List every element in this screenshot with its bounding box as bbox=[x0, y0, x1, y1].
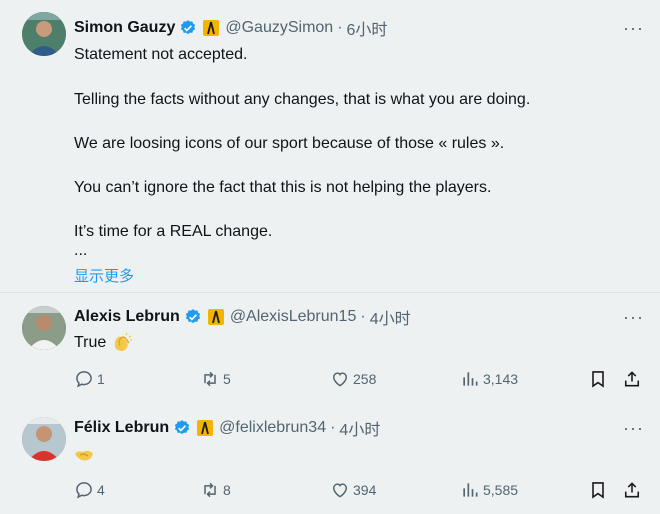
author-handle[interactable]: @AlexisLebrun15 bbox=[230, 308, 357, 326]
affiliate-badge-icon bbox=[203, 20, 220, 36]
clapping-hands-emoji-icon bbox=[114, 333, 132, 351]
share-button[interactable] bbox=[622, 480, 645, 500]
action-bar: 1 5 258 3,143 bbox=[72, 369, 644, 393]
show-more-link[interactable]: 显示更多 bbox=[74, 265, 134, 286]
more-options-icon[interactable]: ··· bbox=[623, 418, 644, 439]
timestamp[interactable]: 4小时 bbox=[339, 416, 380, 440]
tweet-text-body: True bbox=[74, 334, 107, 352]
bookmark-button[interactable] bbox=[588, 369, 611, 389]
separator: · bbox=[360, 308, 366, 325]
like-count: 394 bbox=[353, 482, 377, 498]
author-name[interactable]: Félix Lebrun bbox=[74, 419, 169, 437]
timestamp[interactable]: 6小时 bbox=[347, 16, 388, 40]
views-count: 5,585 bbox=[483, 482, 519, 498]
bookmark-button[interactable] bbox=[588, 480, 611, 500]
reply-button[interactable]: 4 bbox=[74, 480, 105, 500]
action-bar: 4 8 394 5,585 bbox=[72, 480, 644, 504]
repost-count: 5 bbox=[223, 371, 231, 387]
tweet-text: True bbox=[74, 333, 133, 353]
heart-icon bbox=[332, 483, 348, 498]
timestamp[interactable]: 4小时 bbox=[370, 305, 411, 329]
repost-icon bbox=[204, 371, 216, 387]
separator: · bbox=[337, 19, 343, 36]
like-button[interactable]: 258 bbox=[330, 369, 376, 389]
verified-icon bbox=[185, 309, 200, 324]
reply-icon bbox=[76, 482, 92, 499]
author-name[interactable]: Alexis Lebrun bbox=[74, 308, 180, 326]
avatar[interactable] bbox=[22, 417, 66, 461]
avatar[interactable] bbox=[22, 12, 66, 56]
verified-icon bbox=[181, 20, 196, 35]
avatar[interactable] bbox=[22, 306, 66, 350]
repost-button[interactable]: 5 bbox=[200, 369, 231, 389]
share-icon bbox=[624, 371, 640, 387]
bookmark-icon bbox=[592, 371, 604, 388]
handshake-emoji-icon bbox=[75, 450, 93, 461]
tweet-text-line: Statement not accepted. bbox=[74, 46, 248, 63]
share-icon bbox=[624, 482, 640, 498]
tweet-felix-lebrun[interactable]: Félix Lebrun @felixlebrun34 · 4小时 ··· 4 … bbox=[0, 403, 660, 514]
separator: · bbox=[330, 419, 336, 436]
views-bar-chart-icon bbox=[463, 372, 478, 386]
views-count: 3,143 bbox=[483, 371, 519, 387]
affiliate-badge-icon bbox=[197, 420, 214, 436]
reply-button[interactable]: 1 bbox=[74, 369, 105, 389]
tweet-simon-gauzy[interactable]: Simon Gauzy @GauzySimon · 6小时 ··· Statem… bbox=[0, 0, 660, 292]
bookmark-icon bbox=[592, 482, 604, 499]
more-options-icon[interactable]: ··· bbox=[623, 18, 644, 39]
tweet-text bbox=[74, 445, 94, 465]
views-button[interactable]: 3,143 bbox=[460, 369, 518, 389]
reply-icon bbox=[76, 371, 92, 388]
affiliate-badge-icon bbox=[207, 309, 224, 325]
tweet-text-line: We are loosing icons of our sport becaus… bbox=[74, 135, 505, 152]
tweet-text-line: Telling the facts without any changes, t… bbox=[74, 91, 531, 108]
verified-icon bbox=[175, 420, 190, 435]
like-button[interactable]: 394 bbox=[330, 480, 376, 500]
repost-button[interactable]: 8 bbox=[200, 480, 231, 500]
tweet-text-ellipsis: ... bbox=[74, 242, 88, 259]
like-count: 258 bbox=[353, 371, 377, 387]
more-options-icon[interactable]: ··· bbox=[623, 307, 644, 328]
tweet-text-line: You can’t ignore the fact that this is n… bbox=[74, 179, 492, 196]
tweet-text-line: It’s time for a REAL change. bbox=[74, 223, 273, 240]
heart-icon bbox=[332, 372, 348, 387]
repost-count: 8 bbox=[223, 482, 231, 498]
author-handle[interactable]: @GauzySimon bbox=[225, 19, 333, 37]
repost-icon bbox=[204, 482, 216, 498]
reply-count: 4 bbox=[97, 482, 105, 498]
reply-count: 1 bbox=[97, 371, 105, 387]
author-handle[interactable]: @felixlebrun34 bbox=[219, 419, 326, 437]
views-bar-chart-icon bbox=[463, 483, 478, 497]
tweet-alexis-lebrun[interactable]: Alexis Lebrun @AlexisLebrun15 · 4小时 ··· … bbox=[0, 293, 660, 403]
share-button[interactable] bbox=[622, 369, 645, 389]
author-name[interactable]: Simon Gauzy bbox=[74, 19, 175, 37]
views-button[interactable]: 5,585 bbox=[460, 480, 518, 500]
